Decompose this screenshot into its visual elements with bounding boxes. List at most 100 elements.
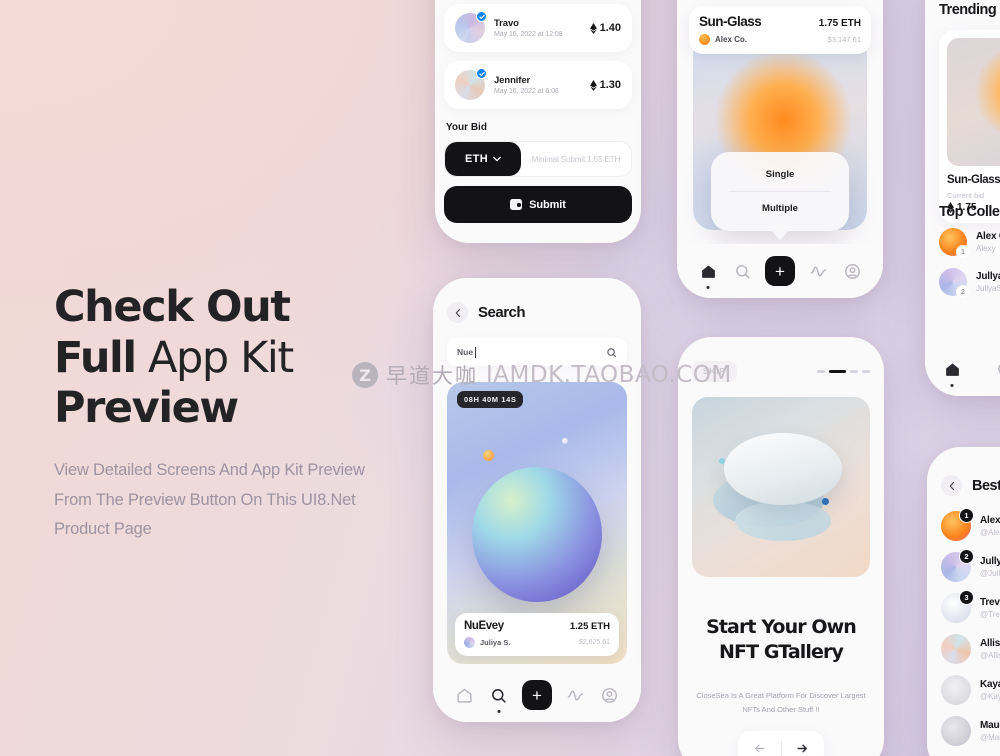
hero-line-1: Check Out: [54, 282, 291, 332]
list-item[interactable]: 3 Trevor @Trevo: [941, 590, 1000, 623]
nft-title: Sun-Glass: [699, 14, 762, 29]
best-sellers-header: Best sellers: [941, 475, 1000, 496]
phone-mockup-detail: Sun-Glass 1.75 ETH Alex Co. $3,147.61 Si…: [677, 0, 883, 298]
avatar: 3: [941, 590, 974, 623]
phone-mockup-search: Search Nue 08H 40M 14S NuEvey 1.25 ETH J…: [433, 278, 641, 722]
nav-activity-icon[interactable]: [564, 684, 586, 706]
hero-line-3: Preview: [54, 383, 239, 434]
skip-button[interactable]: SKIP: [692, 361, 737, 382]
avatar: [455, 11, 487, 43]
list-item[interactable]: 1 Alex Co. Alexy: [939, 228, 1000, 259]
nav-profile-icon[interactable]: [841, 260, 863, 282]
popover-tail: [767, 226, 793, 240]
list-item[interactable]: 2 Jullyana @JullyaS: [941, 549, 1000, 582]
illustration-dot: [718, 458, 725, 465]
back-button[interactable]: [941, 475, 962, 496]
author-name: Alex Co.: [715, 35, 748, 44]
nft-usd-price: $2,625.61: [578, 639, 610, 646]
nav-add-button[interactable]: +: [521, 680, 552, 710]
poster-canvas: Check Out Full App Kit Preview View Deta…: [0, 0, 1000, 756]
nav-add-button[interactable]: +: [765, 256, 795, 286]
list-item[interactable]: Allison @Allison: [941, 634, 1000, 664]
avatar: 2: [939, 268, 970, 299]
nft-name: NuEvey: [464, 620, 504, 632]
phone-mockup-bid: Travo May 16, 2022 at 12:08 1.40 Jennife…: [435, 0, 641, 243]
nav-home-icon[interactable]: [453, 684, 475, 706]
avatar: 1: [941, 508, 974, 541]
popover-option-multiple[interactable]: Multiple: [711, 192, 849, 225]
prev-button[interactable]: [738, 742, 781, 755]
chevron-left-icon: [455, 308, 460, 317]
search-icon[interactable]: [606, 347, 617, 358]
author-name: Juliya S.: [480, 638, 511, 647]
nft-info-card: NuEvey 1.25 ETH Juliya S. $2,625.61: [455, 613, 619, 656]
chevron-left-icon: [949, 481, 954, 490]
search-input-value: Nue: [457, 347, 474, 357]
search-input[interactable]: Nue: [447, 338, 627, 366]
seller-name: Allison: [980, 638, 1000, 649]
seller-name: Kaya: [980, 679, 1000, 690]
seller-handle: @Alexy: [980, 528, 1000, 537]
pager-dot[interactable]: [862, 370, 870, 373]
popover-option-single[interactable]: Single: [711, 158, 849, 191]
arrow-right-icon: [797, 744, 808, 752]
top-collections-list: 1 Alex Co. Alexy 2 Jullyana JullyaS: [939, 228, 1000, 308]
bottom-nav: +: [677, 244, 883, 298]
author-avatar-icon: [464, 637, 475, 648]
list-item[interactable]: 1 Alex Co. @Alexy: [941, 508, 1000, 541]
avatar: [455, 68, 487, 100]
nav-search-icon[interactable]: [488, 684, 510, 713]
bid-list: Travo May 16, 2022 at 12:08 1.40 Jennife…: [435, 4, 641, 223]
bid-row[interactable]: Jennifer May 16, 2022 at 6:08 1.30: [444, 61, 632, 109]
avatar: 1: [939, 228, 970, 259]
nav-active-dot: [706, 286, 710, 289]
back-button[interactable]: [447, 302, 468, 323]
bid-meta: Jennifer May 16, 2022 at 6:08: [494, 75, 590, 95]
pager-dot[interactable]: [817, 370, 825, 373]
nav-home-icon[interactable]: [941, 358, 963, 387]
avatar: [941, 716, 971, 746]
nav-search-icon[interactable]: [731, 260, 753, 282]
trending-heading: Trending: [939, 2, 997, 18]
nft-orb-tiny-art: [562, 438, 569, 445]
trending-card[interactable]: Sun-Glass Current bid 1.75: [939, 30, 1000, 223]
submit-button-label: Submit: [529, 198, 566, 211]
detail-screen: Sun-Glass 1.75 ETH Alex Co. $3,147.61 Si…: [677, 0, 883, 298]
next-button[interactable]: [782, 742, 825, 755]
currency-value: ETH: [465, 153, 488, 165]
onboarding-header: SKIP: [692, 361, 870, 382]
seller-name: Maudy: [980, 720, 1000, 731]
list-item[interactable]: Maudy @Maudy: [941, 716, 1000, 746]
search-header: Search: [447, 302, 526, 323]
bid-meta: Travo May 16, 2022 at 12:08: [494, 18, 590, 38]
bid-amount-input[interactable]: Minimal Submit 1.55 ETH: [521, 142, 631, 176]
nav-search-icon[interactable]: [993, 358, 1000, 380]
list-item[interactable]: 2 Jullyana JullyaS: [939, 268, 1000, 299]
list-item[interactable]: Kaya @Kaya: [941, 675, 1000, 705]
best-sellers-title: Best sellers: [972, 477, 1000, 494]
hero-line-2-bold: Full: [54, 332, 137, 383]
bid-screen: Travo May 16, 2022 at 12:08 1.40 Jennife…: [435, 0, 641, 243]
bid-input-row: ETH Minimal Submit 1.55 ETH: [444, 141, 632, 177]
phone-mockup-onboarding: SKIP Start Your Own NFT GTallery CloseSe…: [678, 337, 884, 756]
currency-select[interactable]: ETH: [445, 142, 521, 176]
pager-dot[interactable]: [850, 370, 858, 373]
nft-result-card[interactable]: 08H 40M 14S NuEvey 1.25 ETH Juliya S. $2…: [447, 382, 627, 664]
arrow-left-icon: [754, 744, 765, 752]
bid-row[interactable]: Travo May 16, 2022 at 12:08 1.40: [444, 4, 632, 52]
hero-line-2-rest: App Kit: [135, 332, 294, 383]
seller-handle: @JullyaS: [980, 569, 1000, 578]
nft-header-card[interactable]: Sun-Glass 1.75 ETH Alex Co. $3,147.61: [689, 6, 871, 54]
avatar: 2: [941, 549, 974, 582]
search-screen: Search Nue 08H 40M 14S NuEvey 1.25 ETH J…: [433, 278, 641, 722]
nav-activity-icon[interactable]: [807, 260, 829, 282]
bidder-name: Jennifer: [494, 75, 531, 86]
nft-orb-small-art: [483, 449, 494, 461]
verified-badge-icon: [476, 11, 487, 22]
hero-block: Check Out Full App Kit Preview View Deta…: [54, 282, 384, 544]
nav-home-icon[interactable]: [697, 260, 719, 289]
nav-profile-icon[interactable]: [599, 684, 621, 706]
submit-button[interactable]: Submit: [444, 186, 632, 223]
bid-amount-value: 1.30: [599, 79, 621, 91]
pager-dot-active[interactable]: [829, 370, 846, 373]
